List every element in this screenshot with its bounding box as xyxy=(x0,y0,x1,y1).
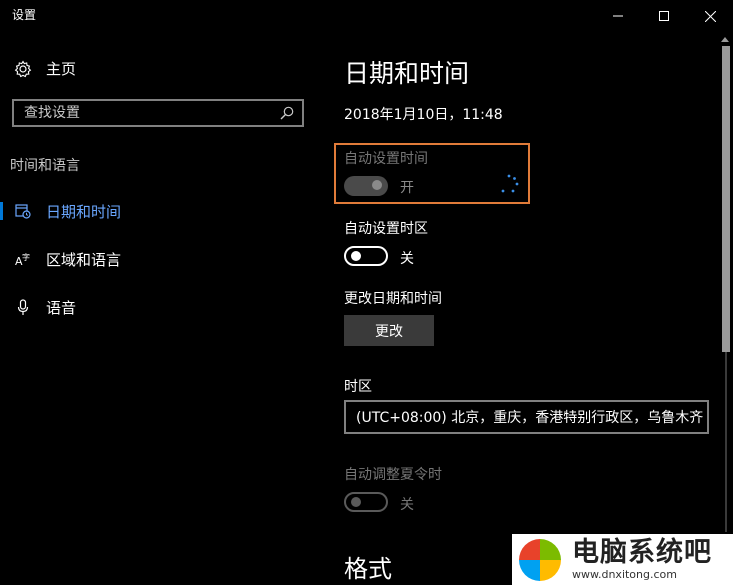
close-button[interactable] xyxy=(687,0,733,32)
gear-icon xyxy=(14,59,32,77)
search-input[interactable] xyxy=(24,105,264,121)
sidebar-item-label: 区域和语言 xyxy=(46,250,122,269)
auto-dst-label: 自动调整夏令时 xyxy=(344,467,442,483)
sidebar-item-speech[interactable]: 语音 xyxy=(0,287,320,327)
search-box[interactable] xyxy=(12,99,304,127)
minimize-icon xyxy=(613,15,623,17)
close-icon xyxy=(704,10,716,22)
auto-dst-state: 关 xyxy=(400,497,414,513)
watermark-url: www.dnxitong.com xyxy=(572,568,677,581)
format-heading: 格式 xyxy=(344,555,392,583)
timezone-dropdown[interactable]: (UTC+08:00) 北京，重庆，香港特别行政区，乌鲁木齐 xyxy=(344,400,709,434)
change-datetime-label: 更改日期和时间 xyxy=(344,291,442,307)
current-datetime: 2018年1月10日，11:48 xyxy=(344,107,503,123)
home-link[interactable]: 主页 xyxy=(14,58,76,79)
auto-timezone-label: 自动设置时区 xyxy=(344,221,428,237)
calendar-clock-icon xyxy=(15,204,31,219)
section-label: 时间和语言 xyxy=(10,158,80,174)
minimize-button[interactable] xyxy=(595,0,641,32)
toggle-knob xyxy=(372,180,382,190)
search-icon[interactable] xyxy=(280,106,294,120)
sidebar-item-label: 语音 xyxy=(46,298,77,317)
svg-text:字: 字 xyxy=(22,252,30,262)
scrollbar-thumb[interactable] xyxy=(722,46,730,352)
microphone-icon xyxy=(17,298,29,315)
scrollbar-track[interactable] xyxy=(725,352,727,532)
maximize-icon xyxy=(659,11,669,21)
auto-timezone-state: 关 xyxy=(400,251,414,267)
timezone-value: (UTC+08:00) 北京，重庆，香港特别行政区，乌鲁木齐 xyxy=(356,410,704,426)
chevron-up-icon xyxy=(721,36,729,42)
change-button[interactable]: 更改 xyxy=(344,315,434,346)
sidebar-item-region-language[interactable]: A 字 区域和语言 xyxy=(0,239,320,279)
auto-time-label: 自动设置时间 xyxy=(344,151,428,167)
page-title: 日期和时间 xyxy=(344,59,470,88)
active-indicator xyxy=(0,202,3,220)
windows-logo-icon xyxy=(519,538,561,581)
window-title: 设置 xyxy=(12,8,37,22)
auto-dst-toggle[interactable] xyxy=(344,492,388,512)
auto-time-state: 开 xyxy=(400,180,414,196)
language-icon: A 字 xyxy=(15,252,30,267)
watermark: 电脑系统吧 www.dnxitong.com xyxy=(512,534,733,585)
scroll-up-button[interactable] xyxy=(717,32,733,46)
sidebar-item-label: 日期和时间 xyxy=(46,202,122,221)
auto-time-toggle[interactable] xyxy=(344,176,388,196)
loading-spinner-icon xyxy=(501,174,519,193)
toggle-knob xyxy=(351,251,361,261)
sidebar-item-datetime[interactable]: 日期和时间 xyxy=(0,191,320,231)
timezone-label: 时区 xyxy=(344,379,372,395)
maximize-button[interactable] xyxy=(641,0,687,32)
auto-timezone-toggle[interactable] xyxy=(344,246,388,266)
watermark-title: 电脑系统吧 xyxy=(572,537,712,568)
home-label: 主页 xyxy=(46,60,77,78)
toggle-knob xyxy=(351,497,361,507)
